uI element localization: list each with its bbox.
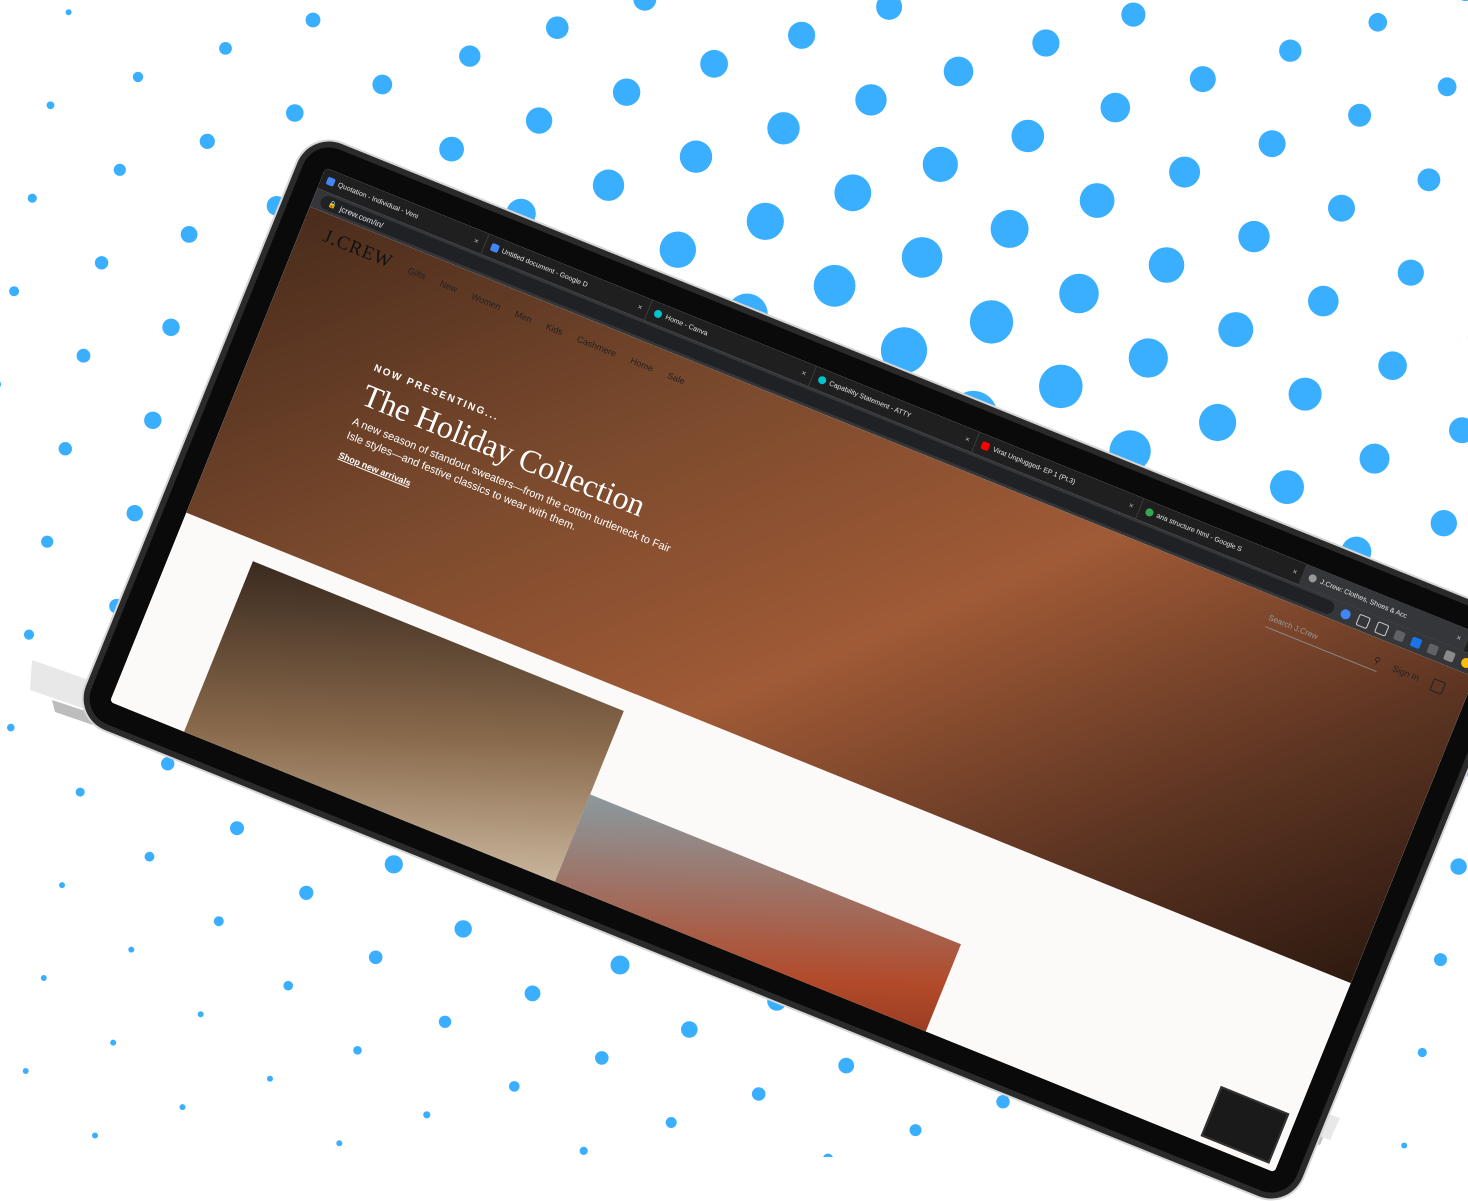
nav-sale[interactable]: Sale — [666, 370, 686, 386]
search-icon[interactable]: ⚲ — [1372, 655, 1382, 668]
canva-icon — [653, 309, 663, 319]
nav-gifts[interactable]: Gifts — [406, 266, 427, 282]
close-icon[interactable]: × — [964, 434, 972, 444]
lock-icon: 🔒 — [327, 200, 338, 211]
youtube-icon — [980, 441, 990, 451]
share-icon[interactable] — [1355, 614, 1371, 630]
google-icon[interactable] — [1339, 608, 1352, 621]
nav-women[interactable]: Women — [470, 291, 502, 312]
star-icon[interactable] — [1374, 621, 1390, 637]
puzzle-icon[interactable] — [1443, 650, 1456, 663]
hero-copy: NOW PRESENTING... The Holiday Collection… — [336, 363, 710, 597]
globe-icon — [1308, 573, 1318, 583]
nav-kids[interactable]: Kids — [544, 321, 564, 337]
close-icon[interactable]: × — [1291, 566, 1299, 576]
nav-cashmere[interactable]: Cashmere — [576, 334, 618, 359]
docs-icon — [326, 176, 336, 186]
sign-in-link[interactable]: Sign In — [1391, 663, 1421, 683]
close-icon[interactable]: × — [636, 302, 644, 312]
extension-icon[interactable] — [1426, 643, 1439, 656]
extension-icon[interactable] — [1393, 630, 1406, 643]
nav-new[interactable]: New — [438, 278, 458, 294]
profile-icon[interactable] — [1460, 657, 1468, 670]
close-icon[interactable]: × — [800, 368, 808, 378]
nav-home[interactable]: Home — [629, 355, 655, 373]
search-placeholder: Search J.Crew — [1267, 613, 1319, 641]
close-icon[interactable]: × — [1128, 500, 1136, 510]
close-icon[interactable]: × — [473, 236, 481, 246]
docs-icon — [489, 243, 499, 253]
video-thumbnail[interactable] — [1201, 1086, 1290, 1164]
close-icon[interactable]: × — [1455, 632, 1463, 642]
google-icon — [1144, 507, 1154, 517]
nav-men[interactable]: Men — [513, 309, 533, 325]
canva-icon — [817, 375, 827, 385]
shopping-bag-icon[interactable] — [1429, 678, 1446, 695]
extension-icon[interactable] — [1410, 636, 1423, 649]
